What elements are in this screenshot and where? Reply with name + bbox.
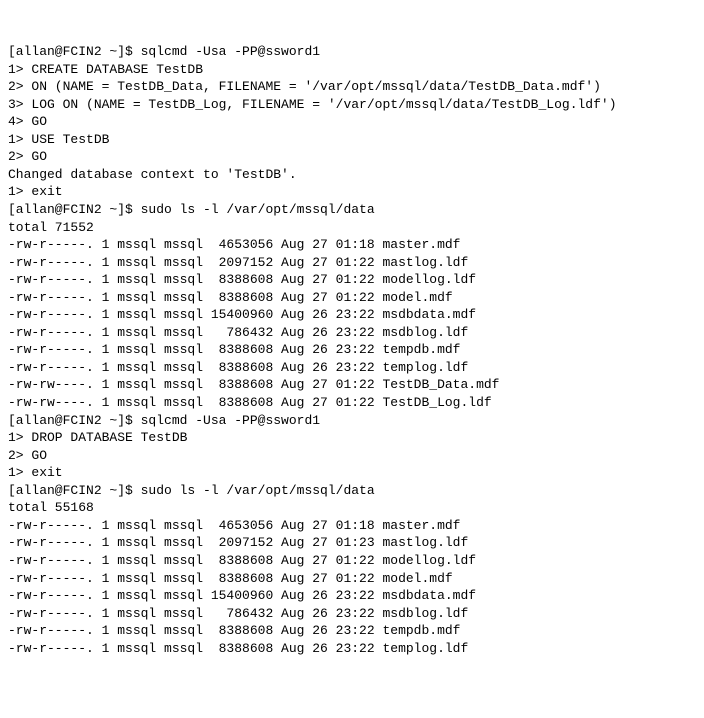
terminal-line: -rw-r-----. 1 mssql mssql 8388608 Aug 26… bbox=[8, 341, 696, 359]
terminal-line: Changed database context to 'TestDB'. bbox=[8, 166, 696, 184]
terminal-line: -rw-rw----. 1 mssql mssql 8388608 Aug 27… bbox=[8, 394, 696, 412]
terminal-line: 2> GO bbox=[8, 148, 696, 166]
terminal-line: -rw-r-----. 1 mssql mssql 786432 Aug 26 … bbox=[8, 605, 696, 623]
terminal-line: -rw-r-----. 1 mssql mssql 15400960 Aug 2… bbox=[8, 587, 696, 605]
terminal-line: 1> exit bbox=[8, 464, 696, 482]
terminal-line: -rw-rw----. 1 mssql mssql 8388608 Aug 27… bbox=[8, 376, 696, 394]
terminal-line: 2> GO bbox=[8, 447, 696, 465]
terminal-line: [allan@FCIN2 ~]$ sudo ls -l /var/opt/mss… bbox=[8, 482, 696, 500]
terminal-line: [allan@FCIN2 ~]$ sudo ls -l /var/opt/mss… bbox=[8, 201, 696, 219]
terminal-line: total 55168 bbox=[8, 499, 696, 517]
terminal-line: -rw-r-----. 1 mssql mssql 2097152 Aug 27… bbox=[8, 534, 696, 552]
terminal-output: [allan@FCIN2 ~]$ sqlcmd -Usa -PP@ssword1… bbox=[8, 43, 696, 657]
terminal-line: -rw-r-----. 1 mssql mssql 4653056 Aug 27… bbox=[8, 517, 696, 535]
terminal-line: -rw-r-----. 1 mssql mssql 8388608 Aug 27… bbox=[8, 289, 696, 307]
terminal-line: 1> DROP DATABASE TestDB bbox=[8, 429, 696, 447]
terminal-line: -rw-r-----. 1 mssql mssql 786432 Aug 26 … bbox=[8, 324, 696, 342]
terminal-line: total 71552 bbox=[8, 219, 696, 237]
terminal-line: -rw-r-----. 1 mssql mssql 2097152 Aug 27… bbox=[8, 254, 696, 272]
terminal-line: -rw-r-----. 1 mssql mssql 8388608 Aug 27… bbox=[8, 552, 696, 570]
terminal-line: 1> USE TestDB bbox=[8, 131, 696, 149]
terminal-line: -rw-r-----. 1 mssql mssql 15400960 Aug 2… bbox=[8, 306, 696, 324]
terminal-line: -rw-r-----. 1 mssql mssql 8388608 Aug 27… bbox=[8, 570, 696, 588]
terminal-line: -rw-r-----. 1 mssql mssql 4653056 Aug 27… bbox=[8, 236, 696, 254]
terminal-line: -rw-r-----. 1 mssql mssql 8388608 Aug 26… bbox=[8, 622, 696, 640]
terminal-line: [allan@FCIN2 ~]$ sqlcmd -Usa -PP@ssword1 bbox=[8, 412, 696, 430]
terminal-line: 2> ON (NAME = TestDB_Data, FILENAME = '/… bbox=[8, 78, 696, 96]
terminal-line: -rw-r-----. 1 mssql mssql 8388608 Aug 27… bbox=[8, 271, 696, 289]
terminal-line: -rw-r-----. 1 mssql mssql 8388608 Aug 26… bbox=[8, 359, 696, 377]
terminal-line: 4> GO bbox=[8, 113, 696, 131]
terminal-line: 1> CREATE DATABASE TestDB bbox=[8, 61, 696, 79]
terminal-line: 3> LOG ON (NAME = TestDB_Log, FILENAME =… bbox=[8, 96, 696, 114]
terminal-line: [allan@FCIN2 ~]$ sqlcmd -Usa -PP@ssword1 bbox=[8, 43, 696, 61]
terminal-line: 1> exit bbox=[8, 183, 696, 201]
terminal-line: -rw-r-----. 1 mssql mssql 8388608 Aug 26… bbox=[8, 640, 696, 658]
